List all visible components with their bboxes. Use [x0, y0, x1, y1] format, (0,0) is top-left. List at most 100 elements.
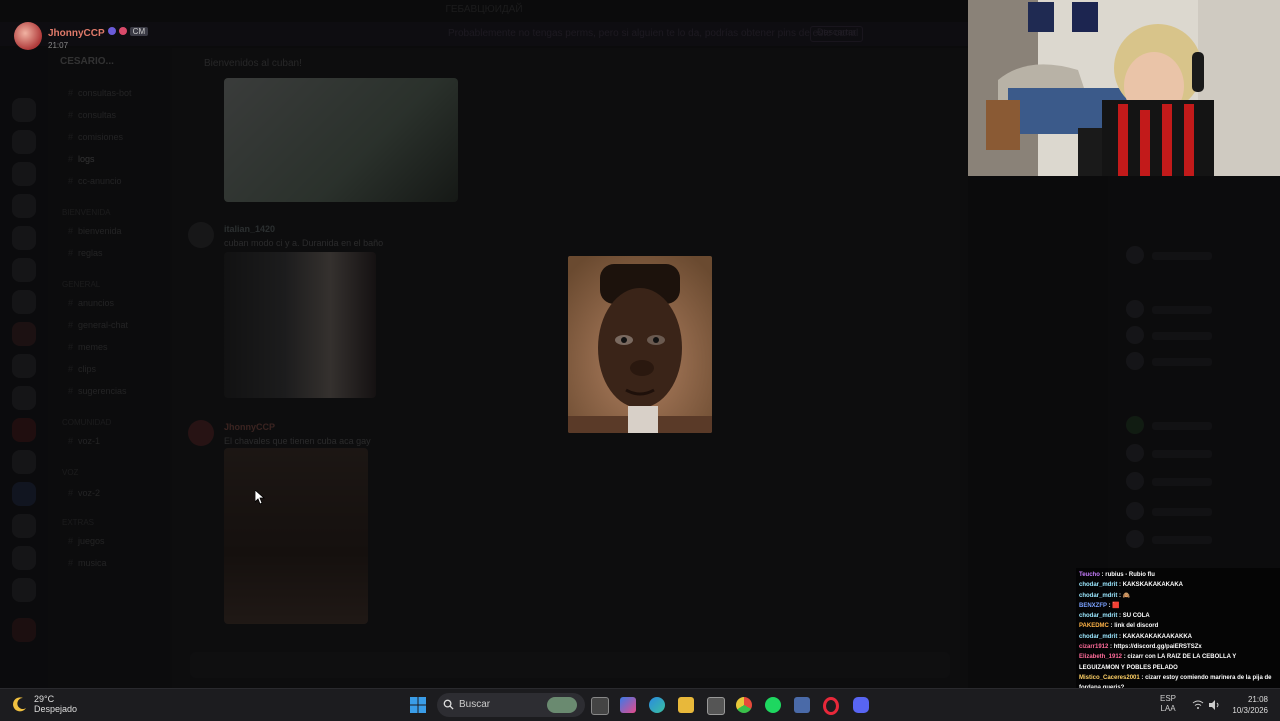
channel-item[interactable]: cc-anuncio: [68, 176, 122, 186]
system-clock[interactable]: 21:08 10/3/2026: [1222, 694, 1268, 716]
notepad-icon[interactable]: [794, 697, 810, 713]
server-icon[interactable]: [12, 194, 36, 218]
stream-chat-text: SU COLA: [1122, 613, 1150, 620]
member-name[interactable]: [1152, 536, 1212, 544]
clock-time: 21:08: [1247, 695, 1268, 704]
server-icon[interactable]: [12, 450, 36, 474]
member-name[interactable]: [1152, 252, 1212, 260]
edge-browser-icon[interactable]: [649, 697, 665, 713]
message-input[interactable]: [190, 652, 950, 678]
opera-icon[interactable]: [823, 697, 839, 715]
dismiss-notice-button[interactable]: Descartar: [810, 26, 864, 42]
channel-item[interactable]: comisiones: [68, 132, 123, 142]
image-viewer[interactable]: [568, 256, 712, 433]
member-name[interactable]: [1152, 478, 1212, 486]
server-icon[interactable]: [12, 290, 36, 314]
server-rail: [0, 48, 48, 688]
spotify-icon[interactable]: [765, 697, 781, 713]
channel-item[interactable]: memes: [68, 342, 108, 352]
member-avatar[interactable]: [1126, 444, 1144, 462]
channel-item[interactable]: logs: [68, 154, 95, 164]
category-label[interactable]: general: [62, 280, 100, 289]
server-icon[interactable]: [12, 546, 36, 570]
member-avatar[interactable]: [1126, 300, 1144, 318]
member-name[interactable]: [1152, 422, 1212, 430]
channel-item[interactable]: general-chat: [68, 320, 128, 330]
stream-chat-message: chodar_mdrit : KAKSKAKAKAKAKA: [1079, 582, 1184, 589]
server-icon[interactable]: [12, 226, 36, 250]
badge-icon-red: [118, 27, 127, 36]
search-placeholder: Buscar: [459, 699, 491, 710]
server-icon[interactable]: [12, 130, 36, 154]
author-name[interactable]: JhonnyCCP: [48, 28, 105, 39]
channel-item[interactable]: reglas: [68, 248, 103, 258]
member-avatar[interactable]: [1126, 326, 1144, 344]
category-label[interactable]: comunidad: [62, 418, 111, 427]
channel-item[interactable]: anuncios: [68, 298, 114, 308]
channel-item[interactable]: juegos: [68, 536, 105, 546]
server-icon[interactable]: [12, 98, 36, 122]
task-view-icon[interactable]: [591, 697, 609, 715]
channel-item[interactable]: voz-1: [68, 436, 100, 446]
channel-item[interactable]: consultas-bot: [68, 88, 132, 98]
server-icon[interactable]: [12, 418, 36, 442]
member-avatar[interactable]: [1126, 352, 1144, 370]
category-label[interactable]: bienvenida: [62, 208, 110, 217]
server-icon[interactable]: [12, 322, 36, 346]
message-author[interactable]: italian_1420: [224, 224, 275, 234]
chrome-icon[interactable]: [736, 697, 752, 713]
attached-image[interactable]: [224, 448, 368, 624]
channel-item[interactable]: sugerencias: [68, 386, 127, 396]
search-icon: [443, 699, 454, 710]
windows-start-icon[interactable]: [410, 697, 426, 713]
channel-item[interactable]: consultas: [68, 110, 116, 120]
category-label[interactable]: extras: [62, 518, 94, 527]
server-icon[interactable]: [12, 482, 36, 506]
category-label[interactable]: voz: [62, 468, 78, 477]
avatar[interactable]: [188, 222, 214, 248]
member-avatar[interactable]: [1126, 530, 1144, 548]
server-icon[interactable]: [12, 578, 36, 602]
channel-item[interactable]: musica: [68, 558, 107, 568]
weather-widget[interactable]: 29°C Despejado: [12, 694, 77, 714]
store-icon[interactable]: [707, 697, 725, 715]
server-icon[interactable]: [12, 162, 36, 186]
attached-image[interactable]: [224, 78, 458, 202]
member-name[interactable]: [1152, 358, 1212, 366]
member-avatar[interactable]: [1126, 246, 1144, 264]
discord-icon[interactable]: [853, 697, 869, 713]
stream-chat-message: chodar_mdrit : KAKAKAKAKAAKAKKA: [1079, 633, 1193, 640]
avatar[interactable]: [188, 420, 214, 446]
channel-item[interactable]: voz-2: [68, 488, 100, 498]
server-name[interactable]: CESARIO...: [60, 56, 114, 67]
member-avatar[interactable]: [1126, 472, 1144, 490]
member-name[interactable]: [1152, 332, 1212, 340]
message-author[interactable]: JhonnyCCP: [224, 422, 275, 432]
search-highlight-icon: [547, 697, 577, 713]
member-avatar[interactable]: [1126, 502, 1144, 520]
member-name[interactable]: [1152, 306, 1212, 314]
volume-icon[interactable]: [1208, 700, 1220, 710]
server-icon[interactable]: [12, 354, 36, 378]
attached-image[interactable]: [224, 252, 376, 398]
server-icon[interactable]: [12, 514, 36, 538]
language-indicator[interactable]: ESP LAA: [1160, 694, 1176, 714]
file-explorer-icon[interactable]: [678, 697, 694, 713]
server-icon[interactable]: [12, 386, 36, 410]
channel-item[interactable]: clips: [68, 364, 96, 374]
stream-chat-text: KAKSKAKAKAKAKA: [1122, 582, 1184, 589]
member-name[interactable]: [1152, 450, 1212, 458]
message-text: cuban modo ci y a. Duranida en el baño: [224, 238, 384, 248]
taskbar-search[interactable]: Buscar: [437, 693, 585, 717]
server-icon[interactable]: [12, 618, 36, 642]
member-avatar[interactable]: [1126, 416, 1144, 434]
stream-chat-username: PAKEDMC: [1079, 623, 1109, 630]
role-badge: CM: [129, 26, 149, 36]
member-name[interactable]: [1152, 508, 1212, 516]
avatar[interactable]: [14, 22, 42, 50]
server-icon[interactable]: [12, 258, 36, 282]
copilot-icon[interactable]: [620, 697, 636, 713]
channel-item[interactable]: bienvenida: [68, 226, 122, 236]
wifi-icon[interactable]: [1192, 700, 1204, 710]
portrait-image: [568, 256, 712, 433]
